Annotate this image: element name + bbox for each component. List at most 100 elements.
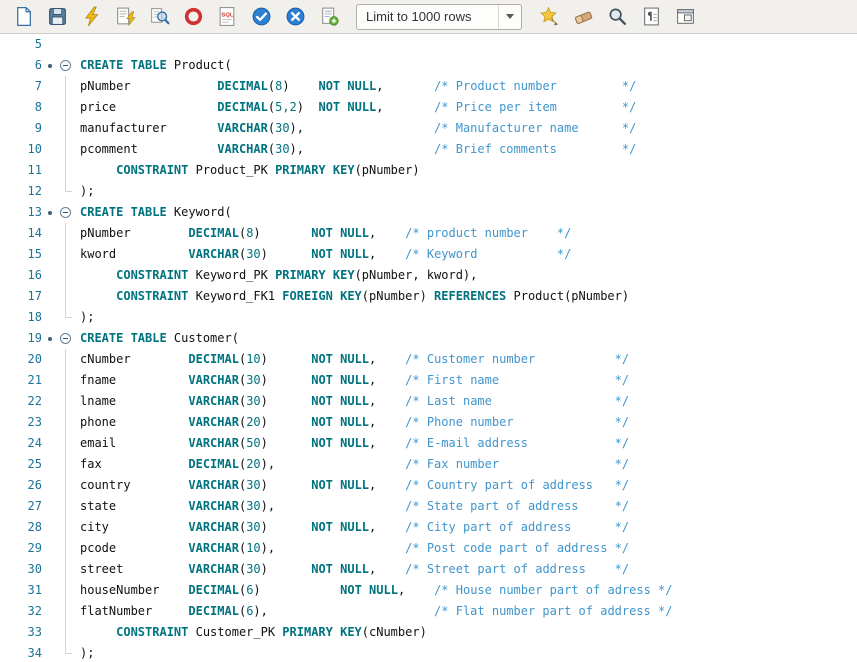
line-number: 19 [27, 331, 42, 345]
line-number: 21 [27, 373, 42, 387]
snippet-star-button[interactable] [536, 4, 562, 30]
code-text[interactable]: CREATE TABLE Customer( [74, 328, 239, 349]
line-number: 15 [27, 247, 42, 261]
rollback-icon [285, 6, 306, 27]
code-text[interactable]: state VARCHAR(30), /* State part of addr… [74, 496, 629, 517]
code-text[interactable]: manufacturer VARCHAR(30), /* Manufacture… [74, 118, 636, 139]
editor[interactable]: 5 6 CREATE TABLE Product( 7 pNumber DECIMAL(… [0, 34, 857, 662]
code-text[interactable]: fname VARCHAR(30) NOT NULL, /* First nam… [74, 370, 629, 391]
code-line: 19 CREATE TABLE Customer( [0, 328, 857, 349]
detach-panel-button[interactable] [672, 4, 698, 30]
code-text[interactable]: street VARCHAR(30) NOT NULL, /* Street p… [74, 559, 629, 580]
svg-text:SQL: SQL [221, 13, 233, 19]
fold-guide [56, 160, 74, 181]
unshared-worksheet-icon [319, 6, 340, 27]
code-line: 8 price DECIMAL(5,2) NOT NULL, /* Price p… [0, 97, 857, 118]
code-text[interactable]: pcomment VARCHAR(30), /* Brief comments … [74, 139, 636, 160]
fold-guide [56, 475, 74, 496]
line-number: 18 [27, 310, 42, 324]
code-text[interactable]: flatNumber DECIMAL(6), /* Flat number pa… [74, 601, 672, 622]
code-text[interactable]: pNumber DECIMAL(8) NOT NULL, /* Product … [74, 76, 636, 97]
code-text[interactable]: pNumber DECIMAL(8) NOT NULL, /* product … [74, 223, 571, 244]
fold-guide [56, 97, 74, 118]
statement-dot-icon [48, 63, 52, 68]
code-line: 6 CREATE TABLE Product( [0, 55, 857, 76]
line-number: 14 [27, 226, 42, 240]
code-line: 11 CONSTRAINT Product_PK PRIMARY KEY(pNu… [0, 160, 857, 181]
fold-guide [56, 580, 74, 601]
unshared-worksheet-button[interactable] [316, 4, 342, 30]
code-text[interactable]: email VARCHAR(50) NOT NULL, /* E-mail ad… [74, 433, 629, 454]
code-text[interactable]: price DECIMAL(5,2) NOT NULL, /* Price pe… [74, 97, 636, 118]
run-statement-button[interactable] [78, 4, 104, 30]
line-number: 12 [27, 184, 42, 198]
code-text[interactable]: CREATE TABLE Keyword( [74, 202, 232, 223]
code-text[interactable]: ); [74, 181, 94, 202]
code-text[interactable]: lname VARCHAR(30) NOT NULL, /* Last name… [74, 391, 629, 412]
line-number: 5 [34, 37, 42, 51]
rollback-button[interactable] [282, 4, 308, 30]
fold-guide [56, 370, 74, 391]
explain-plan-button[interactable] [180, 4, 206, 30]
code-line: 9 manufacturer VARCHAR(30), /* Manufactur… [0, 118, 857, 139]
row-limit-label: Limit to 1000 rows [366, 9, 472, 24]
code-line: 13 CREATE TABLE Keyword( [0, 202, 857, 223]
code-text[interactable]: CONSTRAINT Customer_PK PRIMARY KEY(cNumb… [74, 622, 427, 643]
clear-eraser-button[interactable] [570, 4, 596, 30]
line-number: 8 [34, 100, 42, 114]
code-text[interactable]: country VARCHAR(30) NOT NULL, /* Country… [74, 475, 629, 496]
new-document-button[interactable] [10, 4, 36, 30]
commit-button[interactable] [248, 4, 274, 30]
code-text[interactable]: houseNumber DECIMAL(6) NOT NULL, /* Hous… [74, 580, 673, 601]
row-limit-dropdown[interactable]: Limit to 1000 rows [356, 3, 522, 30]
find-search-button[interactable] [604, 4, 630, 30]
line-number: 30 [27, 562, 42, 576]
fold-guide [56, 286, 74, 307]
code-line: 16 CONSTRAINT Keyword_PK PRIMARY KEY(pNu… [0, 265, 857, 286]
fold-collapse-button[interactable] [56, 202, 74, 223]
collapse-minus-icon [59, 207, 71, 218]
code-text[interactable]: fax DECIMAL(20), /* Fax number */ [74, 454, 629, 475]
line-number: 10 [27, 142, 42, 156]
explain-plan-icon [183, 6, 204, 27]
code-text[interactable]: cNumber DECIMAL(10) NOT NULL, /* Custome… [74, 349, 629, 370]
fold-collapse-button[interactable] [56, 55, 74, 76]
line-number: 17 [27, 289, 42, 303]
code-text[interactable]: pcode VARCHAR(10), /* Post code part of … [74, 538, 629, 559]
line-number: 31 [27, 583, 42, 597]
autotrace-button[interactable] [146, 4, 172, 30]
toolbar: SQL Limit to 1000 rows [0, 0, 857, 34]
code-line: 14 pNumber DECIMAL(8) NOT NULL, /* produc… [0, 223, 857, 244]
code-line: 34); [0, 643, 857, 662]
code-text[interactable]: phone VARCHAR(20) NOT NULL, /* Phone num… [74, 412, 629, 433]
sql-worksheet-button[interactable]: SQL [214, 4, 240, 30]
code-line: 24 email VARCHAR(50) NOT NULL, /* E-mail … [0, 433, 857, 454]
code-text[interactable]: city VARCHAR(30) NOT NULL, /* City part … [74, 517, 629, 538]
code-text[interactable]: CONSTRAINT Keyword_PK PRIMARY KEY(pNumbe… [74, 265, 477, 286]
code-text[interactable]: ); [74, 307, 94, 328]
code-text[interactable]: CONSTRAINT Product_PK PRIMARY KEY(pNumbe… [74, 160, 419, 181]
save-button[interactable] [44, 4, 70, 30]
code-line: 5 [0, 34, 857, 55]
run-script-button[interactable] [112, 4, 138, 30]
fold-collapse-button[interactable] [56, 328, 74, 349]
code-text[interactable]: ); [74, 643, 94, 662]
save-icon [47, 6, 68, 27]
code-line: 32 flatNumber DECIMAL(6), /* Flat number … [0, 601, 857, 622]
code-line: 15 kword VARCHAR(30) NOT NULL, /* Keyword… [0, 244, 857, 265]
code-text[interactable]: CREATE TABLE Product( [74, 55, 232, 76]
line-number: 32 [27, 604, 42, 618]
line-number: 7 [34, 79, 42, 93]
gutter-dot-cell [44, 63, 56, 68]
code-line: 30 street VARCHAR(30) NOT NULL, /* Street… [0, 559, 857, 580]
line-number: 24 [27, 436, 42, 450]
code-text[interactable]: CONSTRAINT Keyword_FK1 FOREIGN KEY(pNumb… [74, 286, 629, 307]
statement-dot-icon [48, 210, 52, 215]
code-text[interactable]: kword VARCHAR(30) NOT NULL, /* Keyword *… [74, 244, 571, 265]
code-line: 22 lname VARCHAR(30) NOT NULL, /* Last na… [0, 391, 857, 412]
commit-icon [251, 6, 272, 27]
line-number: 28 [27, 520, 42, 534]
collapse-minus-icon [59, 60, 71, 71]
document-outline-button[interactable] [638, 4, 664, 30]
line-number: 33 [27, 625, 42, 639]
